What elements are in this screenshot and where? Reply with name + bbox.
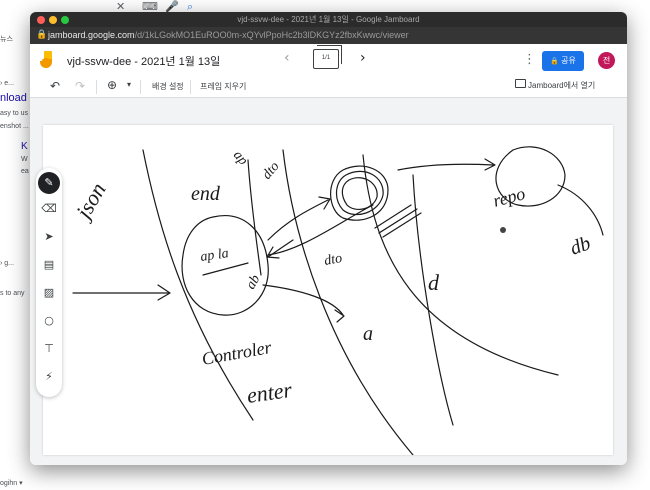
ink-label: repo xyxy=(491,183,527,211)
boundary-line xyxy=(247,159,262,276)
redo-icon[interactable]: ↷ xyxy=(75,79,85,93)
jamboard-logo-icon[interactable] xyxy=(40,51,54,69)
next-frame-icon[interactable]: › xyxy=(360,50,366,66)
whiteboard-frame[interactable]: json end ap la Controler enter ap ab d d… xyxy=(43,125,613,455)
frame-selector[interactable]: 1/1 xyxy=(313,45,342,69)
jamboard-toolbar: ↶ ↷ ⊕ ▾ 배경 설정 프레임 지우기 Jamboard에서 열기 xyxy=(30,76,627,98)
jamboard-header: vjd-ssvw-dee - 2021년 1월 13일 ‹ 1/1 › ⋮ 🔒 … xyxy=(30,44,627,76)
bg-snippet: W xyxy=(21,156,28,163)
previous-frame-icon[interactable]: ‹ xyxy=(284,50,290,66)
undo-icon[interactable]: ↶ xyxy=(50,79,60,93)
toolbar-divider xyxy=(140,80,141,94)
controller-divider xyxy=(202,262,249,276)
open-in-app-icon[interactable] xyxy=(515,79,526,88)
circle-shape-icon[interactable]: ○ xyxy=(40,312,58,330)
bg-result-title[interactable]: nload t xyxy=(0,92,33,104)
boundary-arc xyxy=(362,154,559,376)
arrow xyxy=(72,284,171,301)
service-circle xyxy=(341,177,378,211)
lock-icon: 🔒 xyxy=(36,30,48,40)
ink-label: ap la xyxy=(199,246,229,265)
ink-label: enter xyxy=(245,377,294,408)
bg-snippet: s to any xyxy=(0,290,25,297)
ink-label: db xyxy=(567,232,593,260)
clear-frame-button[interactable]: 프레임 지우기 xyxy=(200,81,246,92)
url-path: /d/1kLGokMO1EuROO0m-xQYvlPpoHc2b3lDKGYz2… xyxy=(134,30,409,40)
browser-window: vjd-ssvw-dee - 2021년 1월 13일 - Google Jam… xyxy=(30,12,627,465)
more-options-icon[interactable]: ⋮ xyxy=(523,52,536,67)
toolbar-divider xyxy=(190,80,191,94)
handwriting-sketch: json end ap la Controler enter ap ab d d… xyxy=(69,146,604,455)
set-background-button[interactable]: 배경 설정 xyxy=(152,81,184,92)
bg-snippet: › g... xyxy=(0,260,15,267)
connector xyxy=(557,184,604,236)
url-host: jamboard.google.com xyxy=(48,30,135,40)
bg-login-menu[interactable]: ogihn ▾ xyxy=(0,479,23,487)
toolbar-divider xyxy=(96,80,97,94)
window-title: vjd-ssvw-dee - 2021년 1월 13일 - Google Jam… xyxy=(237,15,420,24)
ink-label: json xyxy=(69,178,110,225)
url-text[interactable]: jamboard.google.com/d/1kLGokMO1EuROO0m-x… xyxy=(48,30,409,40)
ink-label: dto xyxy=(260,159,283,182)
ink-dot xyxy=(500,227,506,233)
boundary-arc xyxy=(282,149,414,455)
ink-label: ab xyxy=(243,272,263,292)
select-icon[interactable]: ➤ xyxy=(40,228,58,246)
zoom-icon[interactable]: ⊕ xyxy=(107,78,117,92)
window-titlebar[interactable]: vjd-ssvw-dee - 2021년 1월 13일 - Google Jam… xyxy=(30,12,627,27)
ink-label: dto xyxy=(323,251,343,269)
arrow xyxy=(397,158,496,171)
ink-label: ap xyxy=(230,148,250,168)
tool-rail: ✎ ⌫ ➤ ▤ ▨ ○ ⊤ ⚡ xyxy=(36,168,62,397)
ink-label: Controler xyxy=(200,337,274,369)
image-icon[interactable]: ▨ xyxy=(40,284,58,302)
lock-icon: 🔒 xyxy=(550,57,559,65)
bg-snippet: enshot ... xyxy=(0,123,29,130)
ink-label: a xyxy=(363,323,373,345)
share-button-label: 공유 xyxy=(561,56,576,65)
sticky-note-icon[interactable]: ▤ xyxy=(40,256,58,274)
frame-count: 1/1 xyxy=(321,55,331,61)
zoom-dropdown-icon[interactable]: ▾ xyxy=(127,80,131,89)
share-button[interactable]: 🔒 공유 xyxy=(542,51,584,71)
ink-label: d xyxy=(428,270,440,295)
bg-result-title[interactable]: K xyxy=(21,141,28,152)
bg-snippet: asy to us xyxy=(0,110,29,117)
arrow xyxy=(267,204,374,256)
account-avatar[interactable]: 전 xyxy=(598,52,615,69)
canvas-area: json end ap la Controler enter ap ab d d… xyxy=(30,98,627,465)
service-hatch xyxy=(374,204,422,238)
controller-circle xyxy=(181,215,269,316)
document-title[interactable]: vjd-ssvw-dee - 2021년 1월 13일 xyxy=(67,53,220,69)
ink-label: end xyxy=(191,183,221,205)
address-bar[interactable]: 🔒 jamboard.google.com/d/1kLGokMO1EuROO0m… xyxy=(30,27,627,44)
arrow xyxy=(262,284,345,323)
bg-snippet: › e... xyxy=(0,80,15,87)
bg-news-tab[interactable]: 뉴스 xyxy=(0,34,13,44)
text-box-icon[interactable]: ⊤ xyxy=(40,340,58,358)
eraser-icon[interactable]: ⌫ xyxy=(40,200,58,218)
pen-icon[interactable]: ✎ xyxy=(38,172,60,194)
bg-snippet: ea xyxy=(21,168,29,175)
laser-icon[interactable]: ⚡ xyxy=(40,368,58,386)
open-in-jamboard-button[interactable]: Jamboard에서 열기 xyxy=(528,80,595,91)
